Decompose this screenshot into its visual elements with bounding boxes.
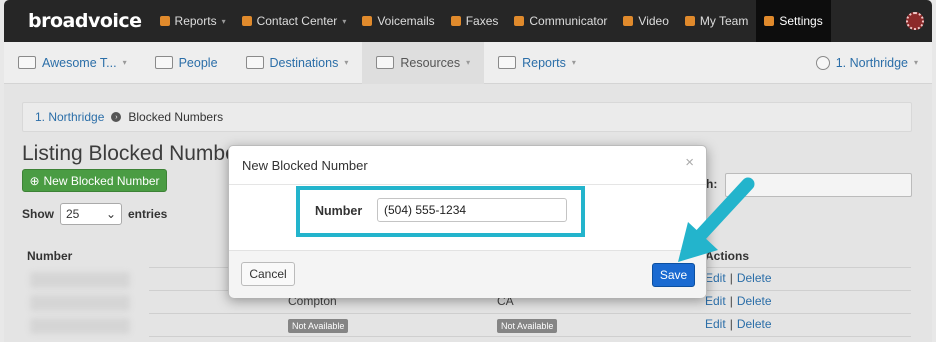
not-available-badge: Not Available — [497, 319, 558, 333]
breadcrumb-link[interactable]: 1. Northridge — [35, 110, 104, 124]
column-header-actions: Actions — [705, 249, 750, 263]
top-navbar: broadvoice Reports ▾ Contact Center ▾ Voic… — [4, 0, 932, 42]
topnav-settings[interactable]: Settings — [756, 0, 831, 42]
page-size-control: Show 25 ⌄ entries — [22, 203, 167, 225]
new-blocked-number-dialog: New Blocked Number × Number Cancel Save — [228, 145, 707, 298]
subnav-awesome[interactable]: Awesome T... ▾ — [4, 42, 141, 84]
chevron-down-icon: ▾ — [466, 58, 471, 67]
search-input[interactable] — [725, 173, 912, 197]
topnav-communicator[interactable]: Communicator — [506, 0, 615, 42]
team-icon — [684, 16, 695, 26]
home-icon — [18, 56, 36, 69]
delete-link[interactable]: Delete — [737, 317, 772, 331]
envelope-icon — [362, 16, 373, 26]
topnav-contact-center[interactable]: Contact Center ▾ — [234, 0, 355, 42]
redacted-number — [30, 295, 130, 311]
new-blocked-number-label: New Blocked Number — [43, 173, 160, 188]
dialog-footer — [229, 250, 706, 298]
chevron-down-icon: ▾ — [342, 16, 347, 26]
location-icon — [815, 55, 830, 70]
row-actions: Edit | Delete — [705, 317, 772, 331]
redacted-number — [30, 318, 130, 334]
chat-icon — [514, 16, 525, 26]
row-actions: Edit | Delete — [705, 294, 772, 308]
edit-link[interactable]: Edit — [705, 317, 726, 331]
topnav-voicemails[interactable]: Voicemails — [354, 0, 442, 42]
subnav-location[interactable]: 1. Northridge ▾ — [802, 42, 932, 84]
subnav-awesome-label: Awesome T... — [42, 55, 117, 70]
delete-link[interactable]: Delete — [737, 294, 772, 308]
topnav-reports-label: Reports — [174, 14, 217, 28]
topnav-contact-center-label: Contact Center — [256, 14, 338, 28]
fax-icon — [450, 16, 461, 26]
show-label: Show — [22, 207, 54, 221]
edit-link[interactable]: Edit — [705, 271, 726, 285]
dialog-title: New Blocked Number — [242, 158, 368, 173]
logo[interactable]: broadvoice — [4, 0, 152, 42]
new-blocked-number-button[interactable]: ⊕ New Blocked Number — [22, 169, 167, 192]
page-size-select[interactable]: 25 ⌄ — [60, 203, 122, 225]
chevron-down-icon: ▾ — [221, 16, 226, 26]
topnav-faxes[interactable]: Faxes — [443, 0, 507, 42]
subnav-destinations[interactable]: Destinations ▾ — [232, 42, 363, 84]
video-icon — [623, 16, 634, 26]
row-divider — [149, 313, 911, 314]
subnav-resources-label: Resources — [400, 55, 461, 70]
chevron-down-icon: ▾ — [913, 58, 918, 67]
number-input[interactable] — [377, 198, 567, 222]
row-divider — [149, 336, 911, 337]
chevron-down-icon: ▾ — [122, 58, 127, 67]
subnav-reports[interactable]: Reports ▾ — [484, 42, 590, 84]
page-size-value: 25 — [66, 207, 80, 221]
dialog-divider — [229, 184, 706, 185]
topnav-voicemails-label: Voicemails — [377, 14, 435, 28]
subnav-people-label: People — [178, 55, 218, 70]
topnav-settings-label: Settings — [779, 14, 823, 28]
separator: | — [729, 271, 733, 285]
headset-icon — [241, 16, 252, 26]
topnav-video-label: Video — [638, 14, 669, 28]
chevron-down-icon: ▾ — [571, 58, 576, 67]
close-icon[interactable]: × — [685, 154, 694, 171]
row-actions: Edit | Delete — [705, 271, 772, 285]
save-button[interactable]: Save — [652, 263, 695, 287]
topnav-faxes-label: Faxes — [465, 14, 499, 28]
chevron-right-icon: › — [111, 112, 122, 122]
gear-icon — [764, 16, 775, 26]
entries-label: entries — [128, 207, 168, 221]
breadcrumb: 1. Northridge › Blocked Numbers — [22, 102, 912, 132]
subnav-destinations-label: Destinations — [269, 55, 339, 70]
subnav-resources[interactable]: Resources ▾ — [362, 41, 485, 84]
topnav-communicator-label: Communicator — [529, 14, 608, 28]
edit-link[interactable]: Edit — [705, 294, 726, 308]
column-header-number: Number — [27, 249, 73, 263]
chevron-down-icon: ⌄ — [105, 207, 116, 221]
topnav-my-team-label: My Team — [699, 14, 749, 28]
user-menu-icon[interactable] — [906, 12, 924, 30]
cancel-button[interactable]: Cancel — [241, 262, 295, 286]
not-available-badge: Not Available — [288, 319, 349, 333]
subnav-location-label: 1. Northridge — [835, 55, 908, 70]
people-icon — [154, 56, 173, 69]
number-label: Number — [315, 204, 363, 218]
chevron-down-icon: ▾ — [344, 58, 349, 67]
separator: | — [729, 294, 733, 308]
topnav-video[interactable]: Video — [615, 0, 676, 42]
destinations-icon — [245, 56, 264, 69]
sub-navbar: Awesome T... ▾ People Destinations ▾ Resou… — [4, 41, 932, 84]
resources-icon — [376, 56, 395, 69]
reports-icon — [498, 56, 517, 69]
search-label: h: — [706, 177, 718, 191]
topnav-my-team[interactable]: My Team — [677, 0, 756, 42]
redacted-number — [30, 272, 130, 288]
bar-chart-icon — [159, 16, 170, 26]
plus-circle-icon: ⊕ — [29, 173, 40, 188]
page-title: Listing Blocked Numbe — [22, 142, 237, 165]
delete-link[interactable]: Delete — [737, 271, 772, 285]
subnav-people[interactable]: People — [141, 42, 232, 84]
topnav-reports[interactable]: Reports ▾ — [152, 0, 234, 42]
separator: | — [729, 317, 733, 331]
subnav-reports-label: Reports — [522, 55, 566, 70]
breadcrumb-current: Blocked Numbers — [128, 110, 224, 124]
